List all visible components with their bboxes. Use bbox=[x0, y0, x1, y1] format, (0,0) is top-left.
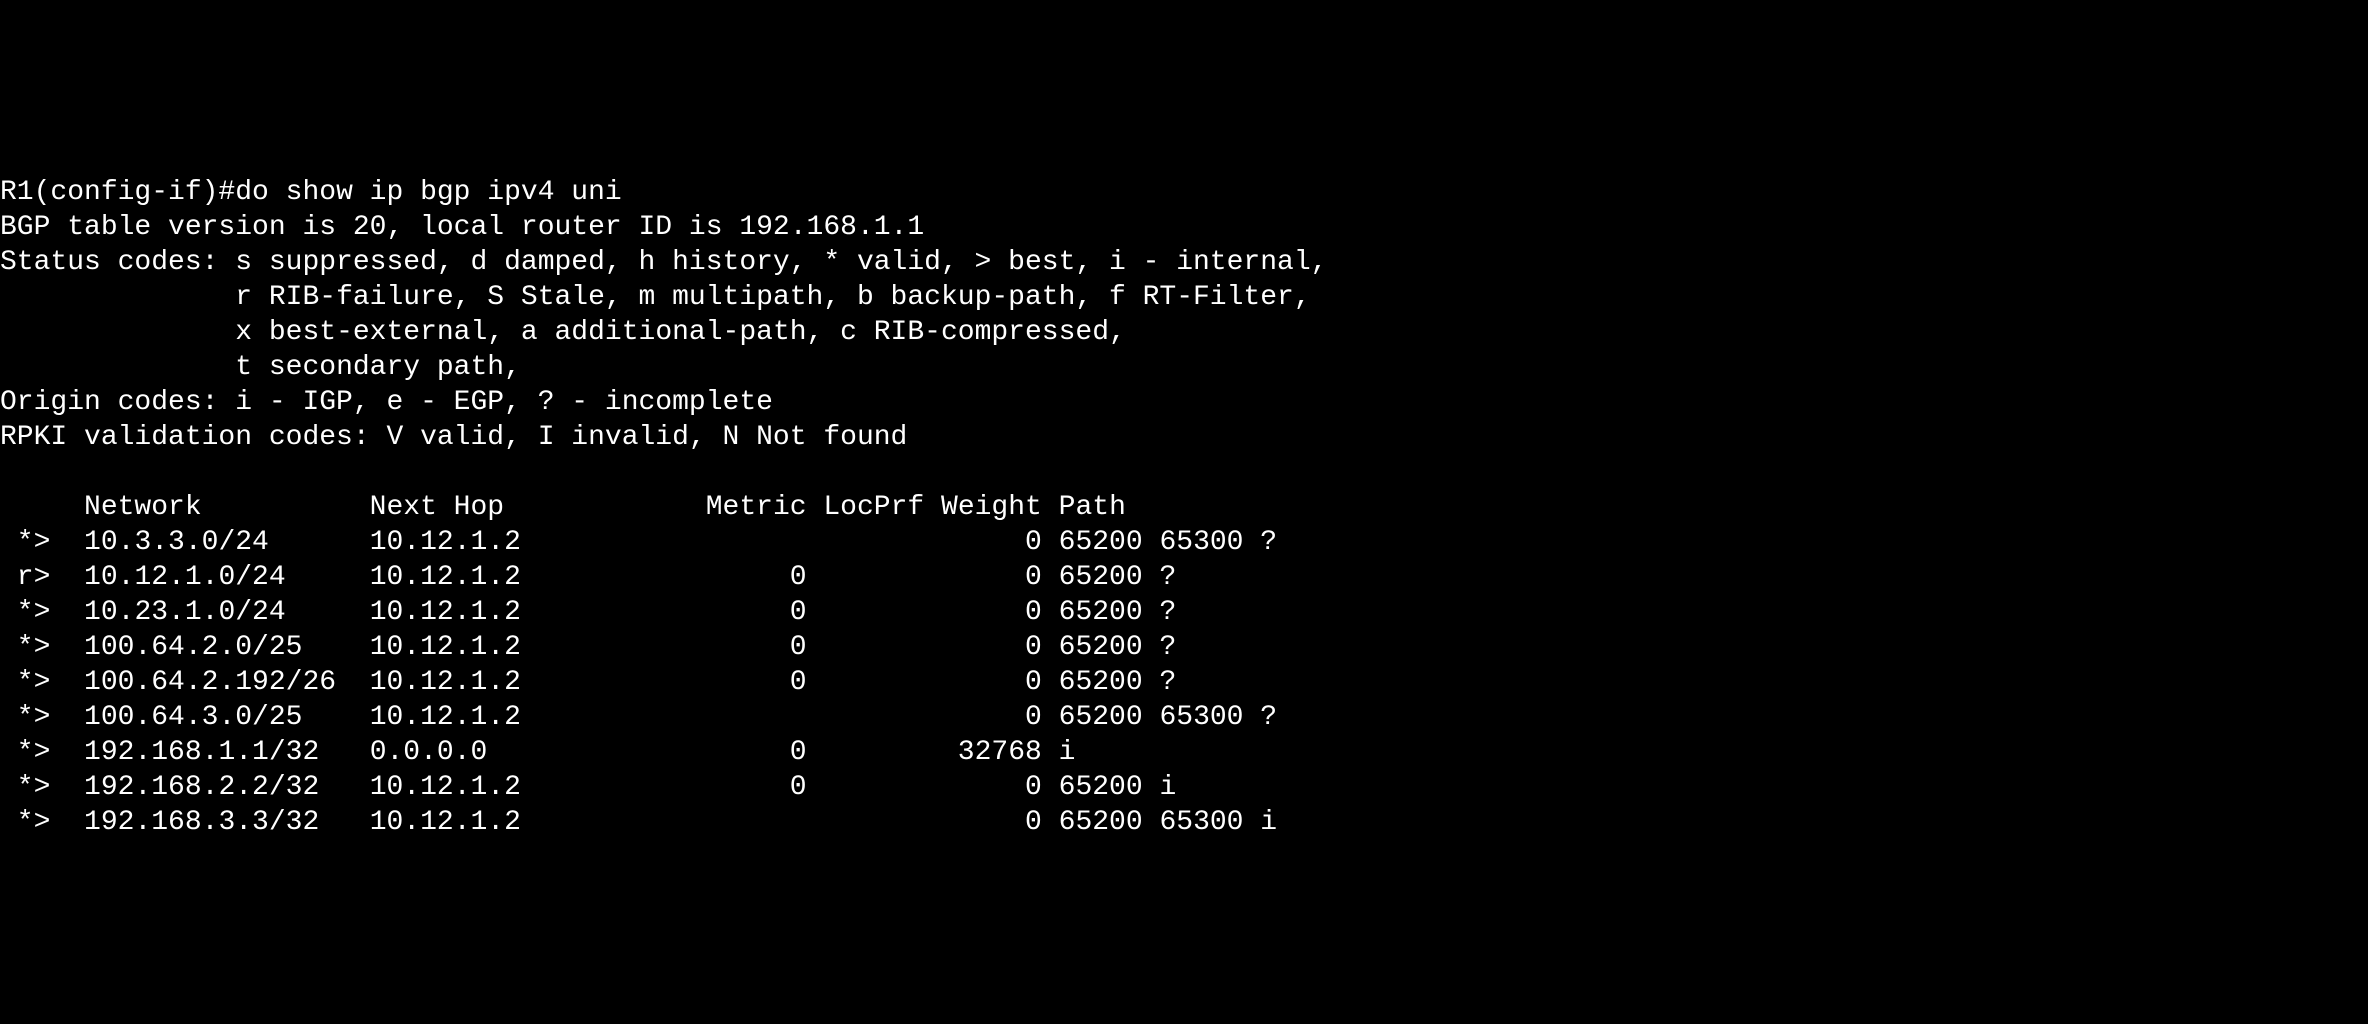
route-nexthop: 10.12.1.2 bbox=[370, 597, 706, 628]
route-network: 192.168.3.3/32 bbox=[84, 807, 370, 838]
table-row: *> 10.3.3.0/24 10.12.1.2 0 65200 65300 ? bbox=[0, 527, 1277, 558]
route-weight: 0 bbox=[924, 527, 1042, 558]
route-locprf bbox=[807, 562, 925, 593]
table-row: *> 100.64.2.0/25 10.12.1.2 0 0 65200 ? bbox=[0, 632, 1176, 663]
route-nexthop: 10.12.1.2 bbox=[370, 807, 706, 838]
route-locprf bbox=[807, 527, 925, 558]
route-status: *> bbox=[0, 597, 50, 628]
route-nexthop: 10.12.1.2 bbox=[370, 632, 706, 663]
terminal-output[interactable]: R1(config-if)#do show ip bgp ipv4 uni BG… bbox=[0, 175, 2368, 840]
bgp-table-version-line: BGP table version is 20, local router ID… bbox=[0, 212, 924, 243]
col-weight: Weight bbox=[941, 492, 1042, 523]
route-status: *> bbox=[0, 667, 50, 698]
route-status: *> bbox=[0, 527, 50, 558]
route-path: 65200 ? bbox=[1059, 667, 1177, 698]
col-path: Path bbox=[1059, 492, 1126, 523]
route-path: 65200 ? bbox=[1059, 562, 1177, 593]
route-status: *> bbox=[0, 702, 50, 733]
route-weight: 0 bbox=[924, 702, 1042, 733]
rpki-line: RPKI validation codes: V valid, I invali… bbox=[0, 422, 907, 453]
route-path: i bbox=[1059, 737, 1076, 768]
route-locprf bbox=[807, 737, 925, 768]
command-text: do show ip bgp ipv4 uni bbox=[235, 177, 621, 208]
col-next-hop: Next Hop bbox=[370, 492, 504, 523]
route-metric: 0 bbox=[706, 667, 807, 698]
route-nexthop: 10.12.1.2 bbox=[370, 772, 706, 803]
route-locprf bbox=[807, 667, 925, 698]
route-status: *> bbox=[0, 807, 50, 838]
route-locprf bbox=[807, 702, 925, 733]
table-row: *> 100.64.3.0/25 10.12.1.2 0 65200 65300… bbox=[0, 702, 1277, 733]
route-path: 65200 65300 ? bbox=[1059, 702, 1277, 733]
table-row: *> 100.64.2.192/26 10.12.1.2 0 0 65200 ? bbox=[0, 667, 1176, 698]
col-locprf: LocPrf bbox=[823, 492, 924, 523]
col-metric: Metric bbox=[706, 492, 807, 523]
route-network: 10.3.3.0/24 bbox=[84, 527, 370, 558]
route-nexthop: 10.12.1.2 bbox=[370, 667, 706, 698]
route-locprf bbox=[807, 632, 925, 663]
route-metric: 0 bbox=[706, 597, 807, 628]
route-network: 100.64.2.192/26 bbox=[84, 667, 370, 698]
table-row: *> 10.23.1.0/24 10.12.1.2 0 0 65200 ? bbox=[0, 597, 1176, 628]
route-locprf bbox=[807, 597, 925, 628]
route-weight: 0 bbox=[924, 807, 1042, 838]
route-metric: 0 bbox=[706, 632, 807, 663]
status-codes-2: r RIB-failure, S Stale, m multipath, b b… bbox=[235, 282, 1310, 313]
col-network: Network bbox=[84, 492, 202, 523]
route-path: 65200 ? bbox=[1059, 632, 1177, 663]
routes-table-body: *> 10.3.3.0/24 10.12.1.2 0 65200 65300 ?… bbox=[0, 525, 2368, 840]
route-network: 10.23.1.0/24 bbox=[84, 597, 370, 628]
route-status: *> bbox=[0, 772, 50, 803]
status-codes-3: x best-external, a additional-path, c RI… bbox=[235, 317, 1126, 348]
origin-codes-line: Origin codes: i - IGP, e - EGP, ? - inco… bbox=[0, 387, 773, 418]
route-weight: 0 bbox=[924, 772, 1042, 803]
table-row: *> 192.168.1.1/32 0.0.0.0 0 32768 i bbox=[0, 737, 1075, 768]
route-nexthop: 10.12.1.2 bbox=[370, 527, 706, 558]
route-metric: 0 bbox=[706, 737, 807, 768]
prompt: R1(config-if)# bbox=[0, 177, 235, 208]
route-weight: 0 bbox=[924, 632, 1042, 663]
status-codes-label: Status codes: bbox=[0, 247, 218, 278]
route-network: 100.64.2.0/25 bbox=[84, 632, 370, 663]
route-locprf bbox=[807, 772, 925, 803]
route-path: 65200 65300 i bbox=[1059, 807, 1277, 838]
route-metric bbox=[706, 702, 807, 733]
route-network: 192.168.1.1/32 bbox=[84, 737, 370, 768]
route-path: 65200 65300 ? bbox=[1059, 527, 1277, 558]
route-weight: 0 bbox=[924, 667, 1042, 698]
route-path: 65200 ? bbox=[1059, 597, 1177, 628]
table-row: *> 192.168.2.2/32 10.12.1.2 0 0 65200 i bbox=[0, 772, 1176, 803]
route-status: r> bbox=[0, 562, 50, 593]
route-network: 100.64.3.0/25 bbox=[84, 702, 370, 733]
route-nexthop: 10.12.1.2 bbox=[370, 702, 706, 733]
route-weight: 32768 bbox=[924, 737, 1042, 768]
route-path: 65200 i bbox=[1059, 772, 1177, 803]
route-network: 192.168.2.2/32 bbox=[84, 772, 370, 803]
route-network: 10.12.1.0/24 bbox=[84, 562, 370, 593]
route-metric bbox=[706, 527, 807, 558]
route-metric: 0 bbox=[706, 772, 807, 803]
table-row: r> 10.12.1.0/24 10.12.1.2 0 0 65200 ? bbox=[0, 562, 1176, 593]
table-row: *> 192.168.3.3/32 10.12.1.2 0 65200 6530… bbox=[0, 807, 1277, 838]
route-weight: 0 bbox=[924, 597, 1042, 628]
route-locprf bbox=[807, 807, 925, 838]
route-nexthop: 10.12.1.2 bbox=[370, 562, 706, 593]
route-status: *> bbox=[0, 632, 50, 663]
status-codes-4: t secondary path, bbox=[235, 352, 521, 383]
route-metric: 0 bbox=[706, 562, 807, 593]
route-nexthop: 0.0.0.0 bbox=[370, 737, 706, 768]
route-metric bbox=[706, 807, 807, 838]
status-codes-1: s suppressed, d damped, h history, * val… bbox=[218, 247, 1327, 278]
route-status: *> bbox=[0, 737, 50, 768]
route-weight: 0 bbox=[924, 562, 1042, 593]
